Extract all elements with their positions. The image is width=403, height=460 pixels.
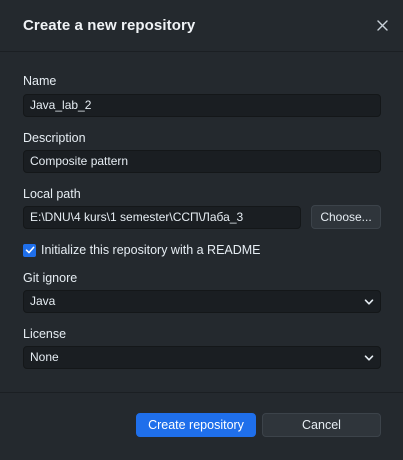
close-button[interactable]: [371, 14, 393, 36]
choose-button[interactable]: Choose...: [311, 205, 381, 229]
license-select[interactable]: None: [23, 346, 381, 369]
gitignore-select[interactable]: Java: [23, 290, 381, 313]
local-path-label: Local path: [23, 187, 81, 201]
create-repository-dialog: Create a new repository Name Java_lab_2 …: [0, 0, 403, 460]
license-value: None: [30, 350, 59, 364]
create-repository-button[interactable]: Create repository: [136, 413, 256, 437]
license-label: License: [23, 327, 67, 341]
gitignore-value: Java: [30, 294, 56, 308]
dialog-title: Create a new repository: [23, 17, 196, 34]
dialog-header: Create a new repository: [0, 0, 403, 52]
name-input[interactable]: Java_lab_2: [23, 94, 381, 117]
close-icon: [376, 19, 388, 31]
checkmark-icon: [25, 246, 34, 254]
readme-checkbox[interactable]: [23, 243, 36, 257]
description-label: Description: [23, 131, 86, 145]
chevron-down-icon: [364, 355, 374, 361]
readme-checkbox-label: Initialize this repository with a README: [41, 243, 261, 257]
local-path-input[interactable]: E:\DNU\4 kurs\1 semester\ССП\Лаба_3: [23, 206, 301, 229]
dialog-footer: Create repository Cancel: [0, 392, 403, 460]
gitignore-label: Git ignore: [23, 271, 78, 285]
chevron-down-icon: [364, 299, 374, 305]
description-input[interactable]: Composite pattern: [23, 150, 381, 173]
name-label: Name: [23, 74, 57, 88]
readme-checkbox-row[interactable]: Initialize this repository with a README: [23, 242, 261, 258]
cancel-button[interactable]: Cancel: [262, 413, 381, 437]
